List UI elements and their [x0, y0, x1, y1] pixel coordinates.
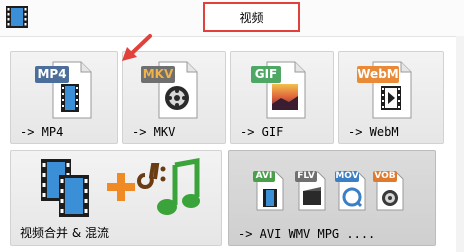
- format-badge: WebM: [357, 66, 399, 83]
- vertical-scrollbar[interactable]: [456, 36, 464, 252]
- tile-label: 视频合并 & 混流: [20, 226, 109, 240]
- film-app-icon: [6, 6, 28, 28]
- plus-icon: [107, 173, 135, 201]
- video-merge-mux-tile[interactable]: 视频合并 & 混流: [10, 150, 222, 246]
- tile-label: -> MKV: [132, 125, 176, 139]
- tab-video[interactable]: 视频: [203, 2, 300, 32]
- mov-badge: MOV: [335, 171, 359, 182]
- tile-label: -> WebM: [348, 125, 399, 139]
- convert-to-mkv-tile[interactable]: MKV -> MKV: [122, 51, 226, 144]
- convert-to-mp4-tile[interactable]: MP4 -> MP4: [10, 51, 118, 144]
- tile-label: -> AVI WMV MPG ....: [238, 227, 376, 241]
- format-badge: GIF: [251, 66, 281, 83]
- music-note-icon: [137, 158, 200, 215]
- convert-to-gif-tile[interactable]: GIF -> GIF: [230, 51, 334, 144]
- annotation-arrow-icon: [122, 34, 152, 61]
- tile-label: -> GIF: [240, 125, 284, 139]
- format-badge: MP4: [35, 66, 69, 83]
- convert-to-other-formats-tile[interactable]: AVI FLV MOV VOB -> AVI WMV MPG ....: [228, 150, 436, 246]
- format-badge: MKV: [141, 66, 175, 83]
- tile-label: -> MP4: [20, 125, 64, 139]
- film-strips-icon: [41, 159, 89, 217]
- flv-badge: FLV: [295, 171, 317, 182]
- convert-to-webm-tile[interactable]: WebM -> WebM: [338, 51, 444, 144]
- avi-badge: AVI: [253, 171, 275, 182]
- top-bar: 视频: [0, 0, 464, 37]
- vob-badge: VOB: [373, 171, 397, 182]
